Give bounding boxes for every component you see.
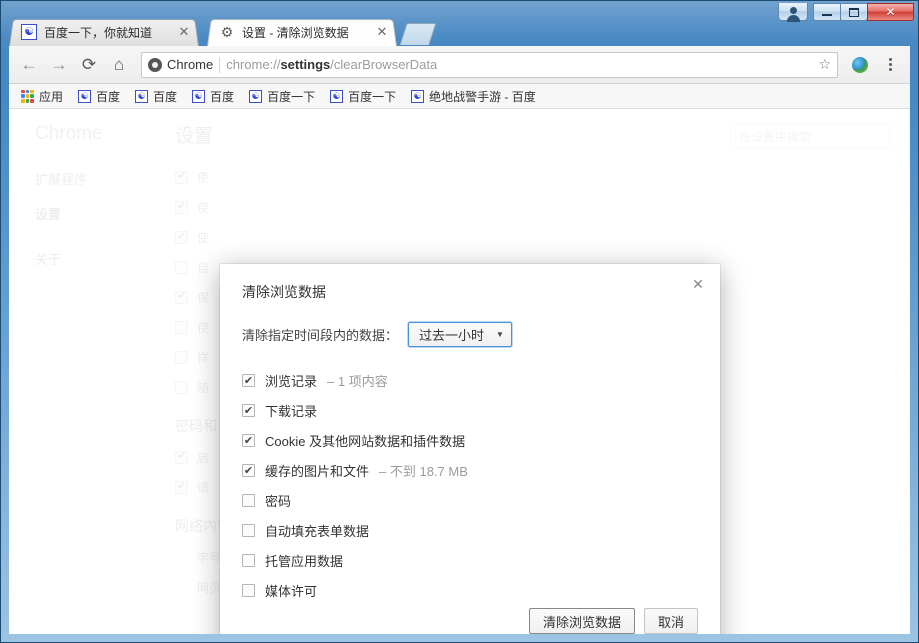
checkbox-icon[interactable]	[242, 553, 255, 567]
extension-button[interactable]	[846, 51, 874, 79]
chrome-badge-label: Chrome	[167, 57, 214, 72]
checkbox-icon[interactable]: ✔	[242, 463, 255, 477]
checkbox-row-passwords[interactable]: 密码	[242, 485, 698, 515]
checkbox-label: 缓存的图片和文件	[265, 463, 370, 479]
time-period-select[interactable]: 过去一小时 ▼	[408, 322, 512, 347]
chrome-menu-button[interactable]	[876, 51, 904, 79]
tab-strip: ☯ 百度一下，你就知道 ✕ ⚙ 设置 - 清除浏览数据 ✕	[9, 18, 910, 46]
dialog-body: ✕ 清除浏览数据 清除指定时间段内的数据： 过去一小时 ▼ ✔ 浏览记录 – 1…	[220, 264, 720, 608]
tab-baidu[interactable]: ☯ 百度一下，你就知道 ✕	[9, 18, 199, 46]
clear-browsing-data-dialog: ✕ 清除浏览数据 清除指定时间段内的数据： 过去一小时 ▼ ✔ 浏览记录 – 1…	[220, 264, 720, 634]
bookmark-star-icon[interactable]: ☆	[818, 56, 831, 73]
bookmark-item[interactable]: ☯ 百度	[186, 86, 240, 107]
tab-content: ⚙ 设置 - 清除浏览数据 ✕	[219, 24, 389, 41]
baidu-paw-icon: ☯	[192, 89, 206, 103]
bookmark-label: 百度一下	[267, 89, 316, 104]
reload-button[interactable]: ⟳	[75, 51, 103, 79]
minimize-icon	[822, 13, 832, 16]
back-button[interactable]: ←	[15, 51, 43, 79]
bookmark-label: 百度	[153, 89, 178, 104]
time-period-label: 清除指定时间段内的数据：	[242, 328, 399, 343]
home-button[interactable]: ⌂	[105, 51, 133, 79]
gear-icon: ⚙	[220, 23, 234, 40]
apps-grid-icon	[21, 89, 34, 103]
browser-window: ✕ ☯ 百度一下，你就知道 ✕ ⚙ 设置 - 清除浏览数据 ✕ ← → ⟳ ⌂ …	[0, 0, 919, 643]
title-bar: ✕	[1, 1, 918, 22]
url-text: chrome://settings/clearBrowserData	[226, 57, 438, 72]
dialog-footer: 清除浏览数据 取消	[220, 608, 720, 634]
chevron-down-icon: ▼	[496, 329, 504, 339]
address-bar[interactable]: Chrome chrome://settings/clearBrowserDat…	[141, 51, 838, 78]
baidu-paw-icon: ☯	[249, 89, 263, 103]
browser-toolbar: ← → ⟳ ⌂ Chrome chrome://settings/clearBr…	[9, 46, 910, 84]
bookmark-item[interactable]: ☯ 百度	[72, 86, 126, 107]
baidu-paw-icon: ☯	[135, 89, 149, 103]
bookmark-item[interactable]: ☯ 绝地战警手游 - 百度	[405, 86, 542, 107]
page-viewport: Chrome 扩展程序 设置 关于 设置 ✔ 使 ✔ 使 ✔ 使	[9, 109, 910, 634]
time-period-row: 清除指定时间段内的数据： 过去一小时 ▼	[242, 322, 698, 347]
checkbox-row-media-licenses[interactable]: 媒体许可	[242, 575, 698, 605]
bookmark-label: 绝地战警手游 - 百度	[429, 89, 536, 104]
checkbox-label: 托管应用数据	[265, 553, 344, 569]
checkbox-row-browsing-history[interactable]: ✔ 浏览记录 – 1 项内容	[242, 365, 698, 395]
checkbox-sublabel: – 不到 18.7 MB	[379, 463, 468, 479]
checkbox-label: 密码	[265, 493, 292, 509]
checkbox-label: 媒体许可	[265, 583, 318, 599]
tab-close-icon[interactable]: ✕	[177, 25, 191, 40]
time-period-value: 过去一小时	[419, 328, 485, 343]
baidu-paw-icon: ☯	[330, 89, 344, 103]
checkbox-row-hosted-app-data[interactable]: 托管应用数据	[242, 545, 698, 575]
checkbox-row-cookies[interactable]: ✔ Cookie 及其他网站数据和插件数据	[242, 425, 698, 455]
cancel-button[interactable]: 取消	[643, 608, 698, 634]
bookmark-label: 百度	[210, 89, 235, 104]
baidu-paw-icon: ☯	[411, 89, 425, 103]
bookmark-apps[interactable]: 应用	[15, 86, 69, 107]
new-tab-button[interactable]	[399, 23, 437, 45]
bookmark-label: 百度一下	[348, 89, 397, 104]
checkbox-icon[interactable]	[242, 523, 255, 537]
close-window-icon: ✕	[885, 5, 896, 19]
checkbox-row-download-history[interactable]: ✔ 下载记录	[242, 395, 698, 425]
bookmark-item[interactable]: ☯ 百度	[129, 86, 183, 107]
tab-close-icon[interactable]: ✕	[375, 25, 389, 40]
bookmark-item[interactable]: ☯ 百度一下	[324, 86, 402, 107]
maximize-icon	[849, 7, 859, 17]
checkbox-row-autofill[interactable]: 自动填充表单数据	[242, 515, 698, 545]
user-icon	[786, 7, 800, 22]
baidu-paw-icon: ☯	[21, 24, 37, 40]
bookmark-item[interactable]: ☯ 百度一下	[243, 86, 321, 107]
clear-browsing-data-button[interactable]: 清除浏览数据	[528, 608, 635, 634]
checkbox-icon[interactable]	[242, 583, 255, 597]
close-icon[interactable]: ✕	[689, 276, 707, 294]
checkbox-label: 浏览记录	[265, 373, 318, 389]
forward-button[interactable]: →	[45, 51, 73, 79]
checkbox-label: 下载记录	[265, 403, 318, 419]
bookmark-label: 百度	[96, 89, 121, 104]
chrome-security-badge: Chrome	[148, 57, 213, 72]
checkbox-sublabel: – 1 项内容	[327, 373, 388, 389]
bookmarks-bar: 应用 ☯ 百度 ☯ 百度 ☯ 百度 ☯ 百度一下 ☯ 百度一下 ☯ 绝地战警手游…	[9, 84, 910, 109]
checkbox-label: 自动填充表单数据	[265, 523, 370, 539]
dialog-title: 清除浏览数据	[242, 284, 326, 300]
tab-settings[interactable]: ⚙ 设置 - 清除浏览数据 ✕	[207, 18, 397, 46]
bookmark-label: 应用	[39, 89, 64, 104]
extension-icon	[852, 56, 868, 73]
tab-title: 百度一下，你就知道	[44, 25, 153, 40]
checkbox-icon[interactable]: ✔	[242, 403, 255, 417]
checkbox-row-cached-files[interactable]: ✔ 缓存的图片和文件 – 不到 18.7 MB	[242, 455, 698, 485]
checkbox-label: Cookie 及其他网站数据和插件数据	[265, 433, 466, 449]
chrome-logo-icon	[148, 57, 162, 72]
tab-title: 设置 - 清除浏览数据	[242, 25, 349, 40]
tab-content: ☯ 百度一下，你就知道 ✕	[21, 24, 191, 41]
checkbox-icon[interactable]: ✔	[242, 433, 255, 447]
baidu-paw-icon: ☯	[78, 89, 92, 103]
chrome-menu-icon	[888, 58, 892, 71]
checkbox-icon[interactable]: ✔	[242, 373, 255, 387]
checkbox-icon[interactable]	[242, 493, 255, 507]
omnibox-separator	[219, 56, 221, 73]
